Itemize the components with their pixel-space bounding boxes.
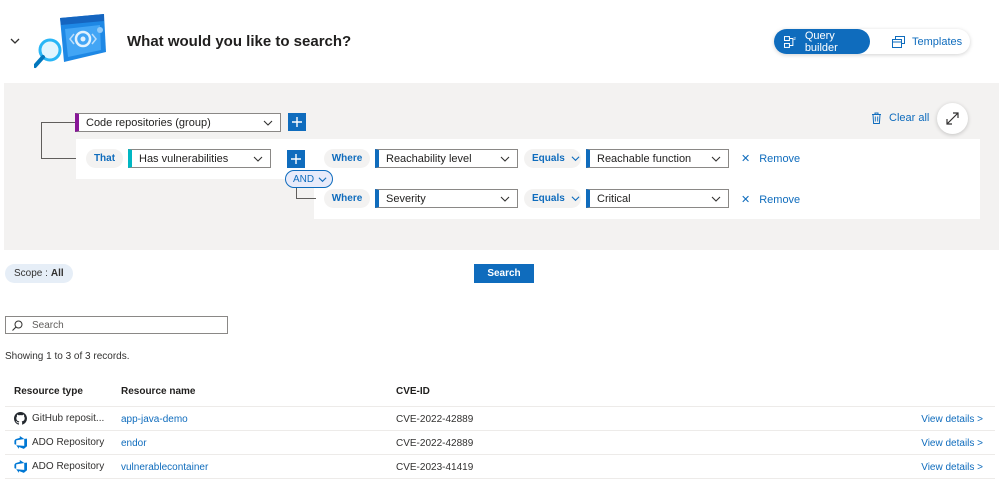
condition-value: Has vulnerabilities — [139, 152, 229, 165]
value-value: Critical — [597, 192, 631, 205]
templates-label: Templates — [912, 35, 963, 48]
chevron-down-icon — [571, 156, 580, 162]
search-button[interactable]: Search — [474, 264, 534, 283]
view-details-link[interactable]: View details > — [921, 462, 983, 473]
chevron-down-icon — [500, 196, 510, 202]
remove-filter-button-1[interactable]: ✕ Remove — [741, 152, 801, 166]
plus-icon — [292, 117, 302, 127]
remove-label: Remove — [759, 152, 801, 165]
templates-icon — [892, 35, 905, 48]
resource-type-cell: ADO Repository — [14, 436, 104, 449]
resource-group-dropdown[interactable]: Code repositories (group) — [75, 113, 281, 132]
and-label: AND — [293, 173, 315, 185]
chevron-down-icon — [711, 156, 721, 162]
resource-name-link[interactable]: endor — [121, 438, 147, 449]
close-icon: ✕ — [741, 153, 751, 165]
resource-type-label: ADO Repository — [32, 437, 105, 448]
field-value: Reachability level — [386, 152, 472, 165]
page-title: What would you like to search? — [127, 33, 352, 50]
resource-group-value: Code repositories (group) — [86, 116, 211, 129]
azure-devops-icon — [14, 460, 27, 473]
operator-dropdown-2[interactable]: Equals — [524, 189, 581, 208]
resource-name-link[interactable]: app-java-demo — [121, 414, 188, 425]
svg-text:2: 2 — [793, 36, 796, 41]
records-count: Showing 1 to 3 of 3 records. — [5, 351, 130, 362]
query-builder-tab[interactable]: 2 Query builder — [774, 29, 870, 54]
chevron-down-icon — [711, 196, 721, 202]
results-table: Resource type Resource name CVE-ID GitHu… — [5, 380, 995, 479]
view-details-link[interactable]: View details > — [921, 414, 983, 425]
search-field — [5, 316, 228, 334]
scope-value: All — [50, 268, 64, 279]
condition-dropdown[interactable]: Has vulnerabilities — [128, 149, 271, 168]
github-icon — [14, 412, 27, 425]
where-label: Where — [324, 149, 370, 168]
expand-icon — [946, 112, 959, 125]
chevron-down-icon — [318, 176, 327, 182]
table-row[interactable]: ADO Repository vulnerablecontainer CVE-2… — [5, 455, 995, 479]
field-dropdown-1[interactable]: Reachability level — [375, 149, 518, 168]
field-value: Severity — [386, 192, 426, 205]
resource-name-link[interactable]: vulnerablecontainer — [121, 462, 208, 473]
resource-type-cell: ADO Repository — [14, 460, 104, 473]
and-operator-dropdown[interactable]: AND — [285, 170, 333, 188]
add-filter-button[interactable] — [287, 150, 305, 168]
column-header-resource-type[interactable]: Resource type — [14, 386, 83, 397]
cve-id-cell: CVE-2022-42889 — [396, 438, 474, 449]
scope-badge[interactable]: Scope : All — [5, 264, 73, 283]
query-builder-panel: Code repositories (group) That Has vulne… — [4, 83, 999, 250]
collapse-chevron-icon[interactable] — [9, 35, 21, 47]
chevron-down-icon — [263, 120, 273, 126]
operator-value: Equals — [532, 153, 565, 164]
that-label: That — [86, 149, 123, 168]
remove-label: Remove — [759, 193, 801, 206]
query-builder-label: Query builder — [804, 29, 838, 54]
search-input[interactable] — [32, 319, 212, 331]
query-builder-icon: 2 — [784, 36, 796, 48]
table-row[interactable]: ADO Repository endor CVE-2022-42889 View… — [5, 431, 995, 455]
operator-dropdown-1[interactable]: Equals — [524, 149, 581, 168]
expand-button[interactable] — [937, 103, 968, 134]
search-illustration-icon — [34, 14, 106, 68]
and-connector — [296, 187, 316, 199]
chevron-down-icon — [571, 196, 580, 202]
resource-type-label: GitHub reposit... — [32, 413, 105, 424]
clear-all-button[interactable]: Clear all — [871, 112, 929, 124]
column-header-cve-id[interactable]: CVE-ID — [396, 386, 430, 397]
chevron-down-icon — [500, 156, 510, 162]
resource-type-label: ADO Repository — [32, 461, 105, 472]
tree-connector — [41, 122, 77, 159]
templates-tab[interactable]: Templates — [874, 29, 970, 54]
search-icon — [12, 320, 23, 331]
azure-devops-icon — [14, 436, 27, 449]
column-header-resource-name[interactable]: Resource name — [121, 386, 195, 397]
value-value: Reachable function — [597, 152, 692, 165]
resource-type-cell: GitHub reposit... — [14, 412, 104, 425]
chevron-down-icon — [253, 156, 263, 162]
remove-filter-button-2[interactable]: ✕ Remove — [741, 193, 801, 207]
view-toggle: 2 Query builder Templates — [774, 29, 970, 54]
operator-value: Equals — [532, 193, 565, 204]
clear-all-label: Clear all — [889, 112, 930, 124]
plus-icon — [291, 154, 301, 164]
cve-id-cell: CVE-2023-41419 — [396, 462, 474, 473]
table-row[interactable]: GitHub reposit... app-java-demo CVE-2022… — [5, 407, 995, 431]
add-group-condition-button[interactable] — [288, 113, 306, 131]
value-dropdown-2[interactable]: Critical — [586, 189, 729, 208]
trash-icon — [872, 112, 881, 124]
value-dropdown-1[interactable]: Reachable function — [586, 149, 729, 168]
view-details-link[interactable]: View details > — [921, 438, 983, 449]
cve-id-cell: CVE-2022-42889 — [396, 414, 474, 425]
field-dropdown-2[interactable]: Severity — [375, 189, 518, 208]
table-header: Resource type Resource name CVE-ID — [5, 380, 995, 407]
close-icon: ✕ — [741, 194, 751, 206]
scope-label: Scope : — [14, 268, 48, 279]
where-label: Where — [324, 189, 370, 208]
